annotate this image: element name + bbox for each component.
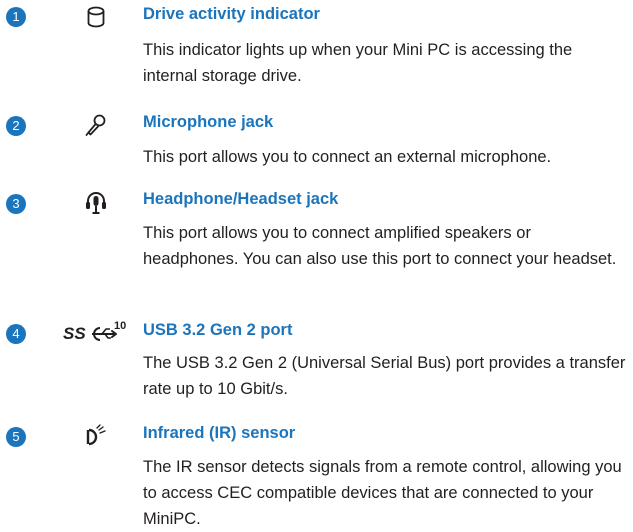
item-number-badge: 2 (6, 116, 26, 136)
item-description: This indicator lights up when your Mini … (143, 41, 573, 85)
item-title: Drive activity indicator (143, 5, 320, 23)
item-title: Microphone jack (143, 113, 274, 131)
microphone-icon (74, 112, 118, 138)
item-number-badge: 3 (6, 194, 26, 214)
item-description: The IR sensor detects signals from a rem… (143, 458, 622, 528)
item-title: Headphone/Headset jack (143, 190, 339, 208)
headphone-headset-icon (74, 190, 118, 216)
item-description: The USB 3.2 Gen 2 (Universal Serial Bus)… (143, 354, 626, 398)
item-description: This port allows you to connect amplifie… (143, 224, 617, 268)
item-number-badge: 4 (6, 324, 26, 344)
item-title: Infrared (IR) sensor (143, 424, 296, 442)
infrared-sensor-icon (74, 423, 118, 449)
item-title: USB 3.2 Gen 2 port (143, 321, 293, 339)
item-number-badge: 5 (6, 427, 26, 447)
usb-speed-label: 10 (114, 320, 126, 332)
svg-text:SS: SS (63, 324, 86, 343)
item-number-badge: 1 (6, 7, 26, 27)
item-description: This port allows you to connect an exter… (143, 148, 552, 166)
usb-superspeed-10-icon: SS 10 (62, 318, 132, 344)
drive-activity-icon (74, 4, 118, 30)
